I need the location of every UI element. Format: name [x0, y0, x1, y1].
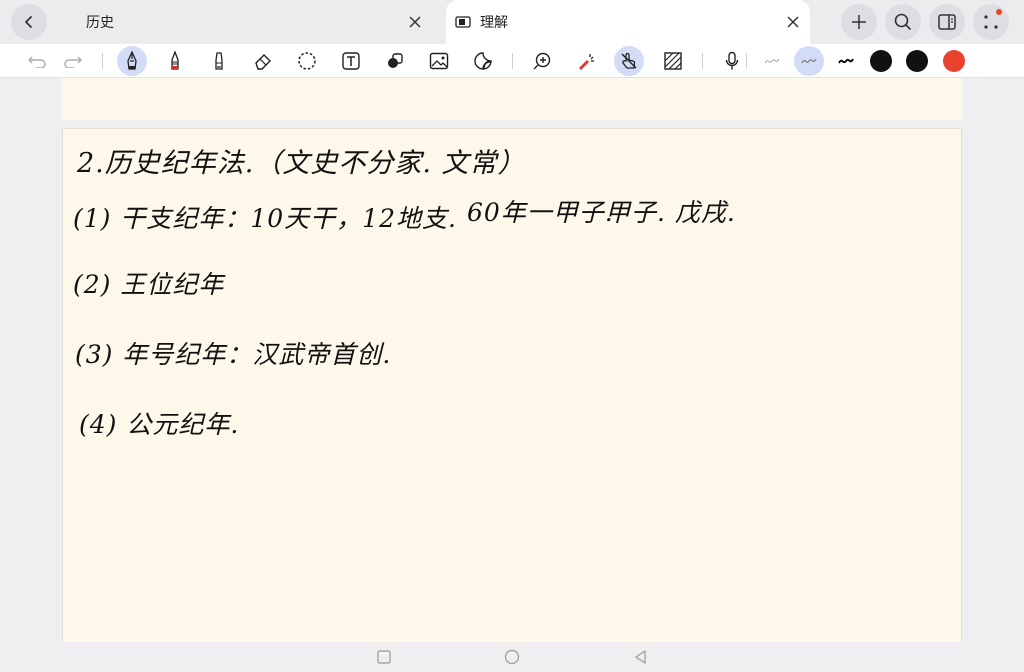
chevron-left-icon	[25, 16, 32, 28]
text-tool[interactable]	[336, 46, 366, 76]
page-background-tool[interactable]	[658, 46, 688, 76]
stroke-thick[interactable]	[831, 46, 861, 76]
laser-pointer-icon	[579, 54, 594, 70]
system-nav-bar	[0, 642, 1024, 672]
hatch-pattern-icon	[664, 52, 682, 70]
highlighter-icon	[215, 52, 223, 70]
home-button[interactable]	[504, 649, 520, 665]
hand-pointer-icon	[621, 52, 637, 69]
handwritten-line: (2) 王位纪年	[73, 270, 225, 299]
more-button[interactable]	[973, 4, 1009, 40]
eraser-icon	[255, 54, 271, 70]
handwritten-line: (3) 年号纪年：汉武帝首创.	[75, 340, 392, 369]
handwritten-line: (4) 公元纪年.	[79, 410, 240, 439]
zoom-tool[interactable]	[527, 46, 557, 76]
tab-bar: 历史 理解	[0, 0, 1024, 44]
shapes-icon	[388, 53, 403, 68]
close-tab-button[interactable]	[783, 12, 803, 32]
plus-icon	[852, 15, 866, 29]
note-page[interactable]: 2.历史纪年法.（文史不分家. 文常） (1) 干支纪年：10天干，12地支. …	[62, 128, 962, 648]
color-swatch-red[interactable]	[943, 50, 965, 72]
redo-button[interactable]	[58, 46, 88, 76]
stroke-thick-icon	[838, 58, 854, 64]
notification-dot	[996, 9, 1002, 15]
previous-page[interactable]	[62, 78, 962, 120]
brush-pen-icon	[171, 51, 179, 70]
color-swatch-black[interactable]	[870, 50, 892, 72]
sticker-tool[interactable]	[468, 46, 498, 76]
stroke-medium[interactable]	[794, 46, 824, 76]
back-button[interactable]	[11, 4, 47, 40]
tab-history[interactable]: 历史	[60, 0, 440, 44]
close-icon	[409, 16, 421, 28]
zoom-in-icon	[533, 52, 551, 70]
new-tab-button[interactable]	[841, 4, 877, 40]
stroke-thin[interactable]	[757, 46, 787, 76]
eraser-tool[interactable]	[248, 46, 278, 76]
pen-tool[interactable]	[117, 46, 147, 76]
close-tab-button[interactable]	[405, 12, 425, 32]
lasso-tool[interactable]	[292, 46, 322, 76]
shape-tool[interactable]	[380, 46, 410, 76]
fountain-pen-icon	[127, 51, 137, 70]
back-nav-button[interactable]	[632, 649, 648, 665]
sidebar-toggle-button[interactable]	[929, 4, 965, 40]
text-box-icon	[342, 52, 360, 70]
divider	[512, 53, 513, 69]
stroke-medium-icon	[801, 58, 817, 64]
microphone-icon	[725, 51, 739, 70]
tab-label: 理解	[480, 15, 508, 31]
divider	[702, 53, 703, 69]
grid-dots-icon	[984, 15, 998, 29]
image-icon	[429, 52, 449, 70]
tab-label: 历史	[86, 15, 114, 31]
tab-understanding[interactable]: 理解	[446, 0, 810, 44]
circle-icon	[504, 649, 520, 665]
laser-pointer-tool[interactable]	[571, 46, 601, 76]
handwritten-heading: 2.历史纪年法.（文史不分家. 文常）	[77, 148, 526, 179]
lasso-icon	[298, 52, 316, 70]
brush-pen-tool[interactable]	[160, 46, 190, 76]
search-button[interactable]	[885, 4, 921, 40]
image-tool[interactable]	[424, 46, 454, 76]
divider	[746, 53, 747, 69]
search-icon	[894, 13, 912, 31]
recents-button[interactable]	[376, 649, 392, 665]
toolbar	[0, 44, 1024, 78]
square-icon	[377, 650, 391, 664]
voice-record-button[interactable]	[717, 46, 747, 76]
undo-button[interactable]	[22, 46, 52, 76]
redo-icon	[64, 56, 82, 68]
touch-draw-toggle[interactable]	[614, 46, 644, 76]
sidebar-icon	[938, 14, 956, 30]
handwritten-line: 甲子. 戊戌.	[605, 198, 736, 227]
triangle-back-icon	[635, 650, 646, 664]
divider	[102, 53, 103, 69]
stroke-thin-icon	[764, 58, 780, 64]
sticker-icon	[474, 52, 492, 70]
highlighter-tool[interactable]	[204, 46, 234, 76]
close-icon	[787, 16, 799, 28]
handwritten-line: 60年一甲子.	[467, 198, 614, 227]
handwritten-line: (1) 干支纪年：10天干，12地支.	[73, 204, 457, 233]
undo-icon	[28, 56, 46, 68]
note-canvas[interactable]: 2.历史纪年法.（文史不分家. 文常） (1) 干支纪年：10天干，12地支. …	[0, 78, 1024, 648]
color-swatch-black-2[interactable]	[906, 50, 928, 72]
notebook-icon	[454, 15, 472, 29]
